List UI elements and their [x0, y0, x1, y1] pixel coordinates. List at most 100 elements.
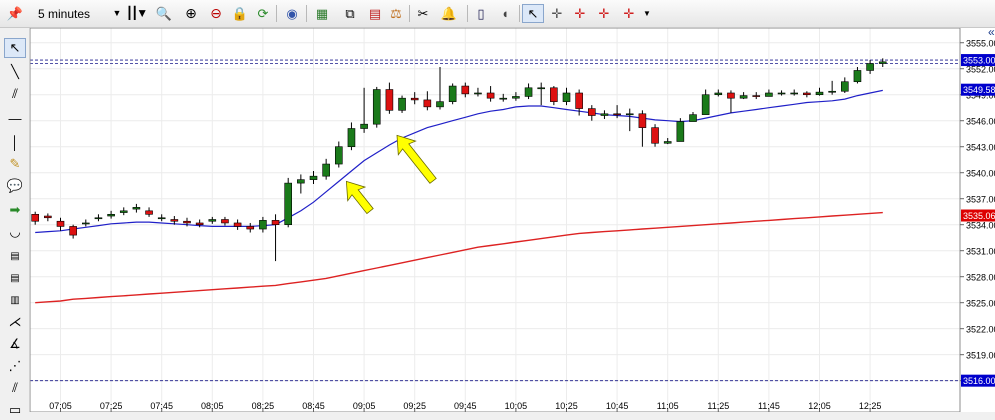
candle-body — [777, 92, 786, 95]
angle-icon[interactable]: ∡ — [4, 334, 26, 354]
scale-icon-2[interactable]: ⚖ — [387, 4, 405, 23]
x-tick-label: 11:25 — [707, 401, 729, 411]
lock-icon[interactable]: 🔒 — [230, 4, 250, 23]
tree-icon[interactable]: ⧉ — [340, 4, 360, 23]
arc-icon[interactable]: ◡ — [4, 222, 26, 242]
y-tick-label: 3546.00 — [966, 117, 995, 127]
channel-icon[interactable]: ⫽ — [4, 84, 26, 104]
refresh-icon[interactable]: ⟳ — [254, 4, 272, 23]
grid-icon[interactable]: ▤ — [4, 246, 26, 266]
cursor-arrow-icon[interactable]: ↖ — [522, 4, 544, 23]
y-tick-label: 3555.00 — [966, 39, 995, 49]
candle-body — [107, 213, 115, 217]
candle-body — [44, 215, 52, 219]
drawing-tools-sidebar: ↖ ╲ ⫽ — │ ✎ 💬 ➡ ◡ ▤ ▤ ▥ ⋌ ∡ ⋰ ⫽ ▭ — [0, 28, 30, 417]
candlestick-icon[interactable]: ┃┃▼ — [126, 4, 148, 23]
overflow-icon[interactable]: ▼ — [641, 4, 653, 23]
candle-body — [284, 182, 292, 225]
price-tag-label: 3553.00 — [963, 56, 995, 66]
x-tick-label: 07:25 — [100, 401, 123, 411]
pin-icon[interactable]: 📌 — [4, 4, 26, 23]
candle-body — [132, 207, 141, 210]
candle-body — [613, 113, 621, 116]
vertical-line-icon[interactable]: │ — [4, 132, 26, 152]
scale-icon[interactable]: ▤ — [366, 4, 384, 23]
phone-icon[interactable]: ▯ — [472, 4, 490, 23]
grid-2-icon[interactable]: ▤ — [4, 268, 26, 288]
collapse-icon[interactable]: « — [988, 28, 995, 39]
crosshair-icon[interactable]: ✛ — [547, 4, 567, 23]
crosshair-red-arrow-icon[interactable]: ✛ — [618, 4, 640, 23]
fan-icon[interactable]: ⋰ — [4, 356, 26, 376]
zoom-out-icon[interactable]: ⊖ — [206, 4, 226, 23]
mouse-icon[interactable]: ◖ — [494, 4, 516, 23]
pointer-icon[interactable]: ↖ — [4, 38, 26, 58]
horizontal-line-icon[interactable]: — — [4, 108, 26, 128]
candle-body — [676, 121, 685, 142]
candle-body — [423, 99, 432, 108]
candle-body — [145, 210, 153, 215]
candle-body — [347, 128, 356, 148]
candle-body — [537, 87, 546, 90]
candle-body — [727, 92, 735, 99]
candle-body — [803, 92, 811, 96]
price-chart[interactable]: 3555.003552.003549.003546.003543.003540.… — [30, 28, 995, 412]
eye-icon[interactable]: ◉ — [282, 4, 302, 23]
candle-body — [550, 87, 558, 102]
crosshair-red-2-icon[interactable]: ✛ — [594, 4, 614, 23]
candle-body — [271, 220, 280, 225]
price-tag-label: 3516.00 — [963, 376, 995, 386]
pitchfork-icon[interactable]: ⋌ — [4, 312, 26, 332]
candle-body — [499, 97, 508, 100]
caret-down-icon[interactable]: ▼ — [112, 4, 122, 23]
candle-body — [524, 87, 533, 97]
candle-body — [866, 63, 874, 71]
timeframe-select[interactable]: 5 minutes — [38, 6, 120, 22]
candle-body — [689, 114, 697, 122]
candle-body — [94, 217, 103, 220]
x-tick-label: 09:25 — [403, 401, 426, 411]
candle-body — [170, 219, 179, 222]
y-tick-label: 3552.00 — [966, 65, 995, 75]
candle-body — [765, 92, 773, 97]
candle-body — [752, 95, 761, 97]
scissors-icon[interactable]: ✂ — [413, 4, 433, 23]
y-tick-label: 3534.00 — [966, 221, 995, 231]
rectangle-icon[interactable]: ▭ — [4, 400, 26, 420]
y-tick-label: 3540.00 — [966, 169, 995, 179]
candle-body — [600, 113, 609, 116]
zoom-in-icon[interactable]: ⊕ — [181, 4, 201, 23]
candle-body — [436, 101, 444, 108]
note-icon[interactable]: ✎ — [4, 154, 26, 174]
y-tick-label: 3537.00 — [966, 195, 995, 205]
x-tick-label: 11:45 — [758, 401, 780, 411]
toolbar: 📌 5 minutes ▼ ┃┃▼ 🔍 ⊕ ⊖ 🔒 ⟳ ◉ ▦ ⧉ ▤ ⚖ ✂ … — [0, 0, 995, 28]
magnifier-icon[interactable]: 🔍 — [152, 4, 176, 23]
x-tick-label: 08:05 — [201, 401, 224, 411]
x-tick-label: 09:05 — [353, 401, 376, 411]
candle-body — [651, 127, 659, 144]
parallel-icon[interactable]: ⫽ — [4, 378, 26, 398]
fibonacci-icon[interactable]: ▥ — [4, 290, 26, 310]
line-icon[interactable]: ╲ — [4, 62, 26, 82]
candle-body — [81, 222, 90, 225]
candle-body — [56, 220, 65, 227]
crosshair-red-icon[interactable]: ✛ — [570, 4, 590, 23]
price-tag-label: 3549.58 — [963, 85, 995, 95]
x-tick-label: 08:25 — [252, 401, 275, 411]
speech-bubble-icon[interactable]: 💬 — [4, 176, 26, 196]
candle-body — [410, 97, 419, 101]
x-tick-label: 07:05 — [49, 401, 72, 411]
indicator-chart-icon[interactable]: ▦ — [311, 4, 333, 23]
candle-body — [840, 81, 849, 92]
bell-icon[interactable]: 🔔 — [436, 4, 462, 23]
candle-body — [297, 179, 305, 184]
y-tick-label: 3543.00 — [966, 143, 995, 153]
candle-body — [119, 210, 128, 213]
arrow-icon[interactable]: ➡ — [4, 200, 26, 220]
candle-body — [221, 219, 229, 224]
candle-body — [790, 92, 799, 95]
candle-body — [853, 70, 862, 83]
candle-body — [562, 92, 571, 102]
candle-body — [398, 97, 406, 111]
